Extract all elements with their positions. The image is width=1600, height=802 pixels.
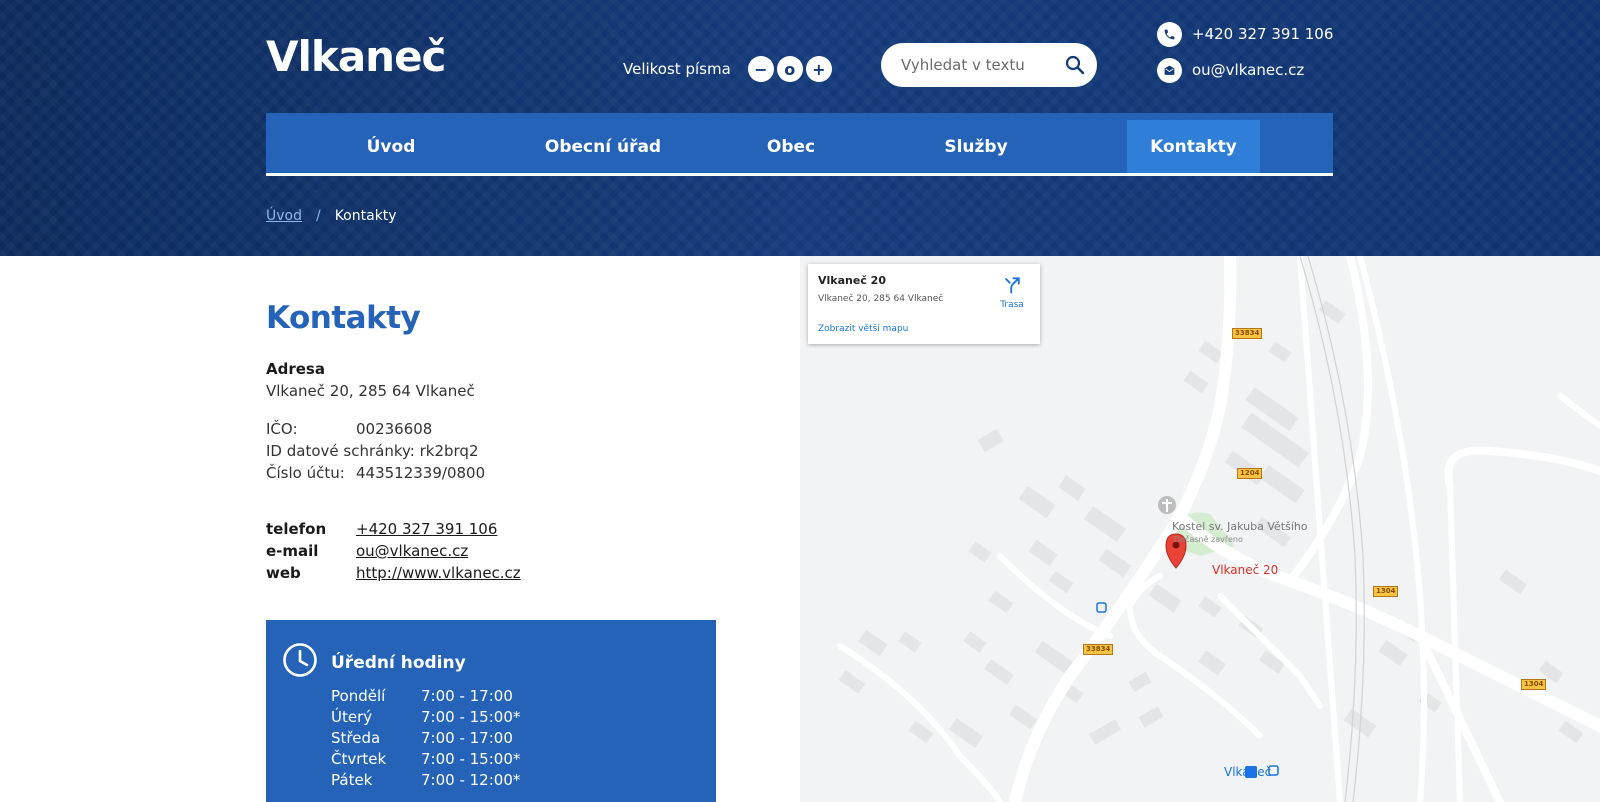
ico-label: IČO:	[266, 420, 298, 438]
header-email[interactable]: ou@vlkanec.cz	[1157, 57, 1304, 83]
phone-row: telefon +420 327 391 106	[266, 520, 497, 538]
ds-row: ID datové schránky: rk2brq2	[266, 442, 479, 460]
road-label: 33834	[1083, 644, 1114, 655]
hours-time: 7:00 - 17:00	[421, 729, 513, 747]
hours-row: Pondělí 7:00 - 17:00	[331, 687, 513, 705]
breadcrumb-home-link[interactable]: Úvod	[266, 208, 302, 224]
nav-item-obecni-urad[interactable]: Obecní úřad	[528, 120, 678, 173]
clock-icon	[282, 642, 318, 682]
station-label: Vlkaneč	[1224, 765, 1272, 779]
phone-label: telefon	[266, 520, 327, 538]
main-nav: Úvod Obecní úřad Obec Služby Kontakty	[266, 113, 1333, 176]
header-phone[interactable]: +420 327 391 106	[1157, 21, 1333, 47]
hours-day: Úterý	[331, 708, 373, 726]
nav-item-obec[interactable]: Obec	[751, 120, 831, 173]
nav-item-sluzby[interactable]: Služby	[926, 120, 1026, 173]
search-input[interactable]: Vyhledat v textu	[901, 56, 1053, 74]
church-status: Dočasně zavřeno	[1174, 535, 1243, 544]
hours-time: 7:00 - 15:00*	[421, 708, 521, 726]
hours-day: Středa	[331, 729, 381, 747]
hours-day: Pondělí	[331, 687, 386, 705]
nav-item-kontakty[interactable]: Kontakty	[1127, 120, 1260, 173]
font-decrease-button[interactable]: −	[747, 56, 774, 82]
address-heading: Adresa	[266, 360, 325, 378]
hours-row: Středa 7:00 - 17:00	[331, 729, 513, 747]
email-row: e-mail ou@vlkanec.cz	[266, 542, 468, 560]
pin-label: Vlkaneč 20	[1212, 563, 1279, 577]
account-row: Číslo účtu: 443512339/0800	[266, 464, 485, 482]
ds-value: rk2brq2	[419, 442, 479, 460]
church-icon	[1158, 496, 1176, 514]
embedded-map[interactable]: 33834 1204 1304 33834 1304 Kostel sv. Ja…	[800, 256, 1600, 802]
hours-time: 7:00 - 15:00*	[421, 750, 521, 768]
hours-time: 7:00 - 17:00	[421, 687, 513, 705]
breadcrumb-separator: /	[315, 208, 321, 224]
site-logo[interactable]: Vlkaneč	[266, 32, 446, 81]
ds-label: ID datové schránky:	[266, 442, 415, 460]
font-size-control: Velikost písma − o +	[623, 56, 832, 82]
ico-value: 00236608	[356, 420, 433, 438]
search-icon[interactable]	[1053, 43, 1097, 87]
directions-label[interactable]: Trasa	[996, 300, 1028, 310]
map-card-address: Vlkaneč 20, 285 64 Vlkaneč	[818, 294, 944, 304]
email-link[interactable]: ou@vlkanec.cz	[356, 542, 468, 560]
hours-time: 7:00 - 12:00*	[421, 771, 521, 789]
church-label: Kostel sv. Jakuba Většího	[1172, 520, 1308, 533]
directions-icon	[1005, 277, 1020, 294]
address-text: Vlkaneč 20, 285 64 Vlkaneč	[266, 382, 475, 400]
larger-map-link[interactable]: Zobrazit větší mapu	[818, 324, 908, 334]
phone-link[interactable]: +420 327 391 106	[356, 520, 497, 538]
font-reset-button[interactable]: o	[776, 56, 803, 82]
breadcrumb: Úvod / Kontakty	[266, 208, 397, 224]
ico-row: IČO: 00236608	[266, 420, 432, 438]
email-label: e-mail	[266, 542, 319, 560]
hours-row: Čtvrtek 7:00 - 15:00*	[331, 750, 520, 768]
web-link[interactable]: http://www.vlkanec.cz	[356, 564, 521, 582]
directions-button[interactable]: Trasa	[996, 276, 1028, 310]
search-box[interactable]: Vyhledat v textu	[881, 43, 1097, 87]
office-hours-box: Úřední hodiny Pondělí 7:00 - 17:00 Úterý 7…	[266, 620, 716, 802]
account-value: 443512339/0800	[356, 464, 486, 482]
road-label: 33834	[1232, 328, 1263, 339]
page-title: Kontakty	[266, 300, 421, 336]
web-label: web	[266, 564, 301, 582]
hours-day: Pátek	[331, 771, 373, 789]
bus-stop-icon	[1096, 602, 1107, 613]
hours-row: Pátek 7:00 - 12:00*	[331, 771, 520, 789]
site-header: Vlkaneč Velikost písma − o + Vyhledat v …	[0, 0, 1600, 256]
mail-icon	[1157, 57, 1182, 83]
map-card-title: Vlkaneč 20	[818, 274, 886, 287]
hours-day: Čtvrtek	[331, 750, 387, 768]
office-hours-title: Úřední hodiny	[331, 653, 466, 673]
road-label: 1204	[1237, 468, 1263, 479]
road-label: 1304	[1373, 586, 1399, 597]
road-label: 1304	[1521, 679, 1547, 690]
web-row: web http://www.vlkanec.cz	[266, 564, 521, 582]
account-label: Číslo účtu:	[266, 464, 345, 482]
hours-row: Úterý 7:00 - 15:00*	[331, 708, 520, 726]
header-phone-text[interactable]: +420 327 391 106	[1192, 25, 1333, 43]
map-info-card: Vlkaneč 20 Vlkaneč 20, 285 64 Vlkaneč Zo…	[808, 264, 1040, 344]
breadcrumb-current: Kontakty	[334, 208, 397, 224]
font-size-label: Velikost písma	[623, 60, 731, 78]
nav-item-uvod[interactable]: Úvod	[346, 120, 436, 173]
phone-icon	[1157, 21, 1182, 47]
font-increase-button[interactable]: +	[805, 56, 832, 82]
header-email-text[interactable]: ou@vlkanec.cz	[1192, 61, 1304, 79]
